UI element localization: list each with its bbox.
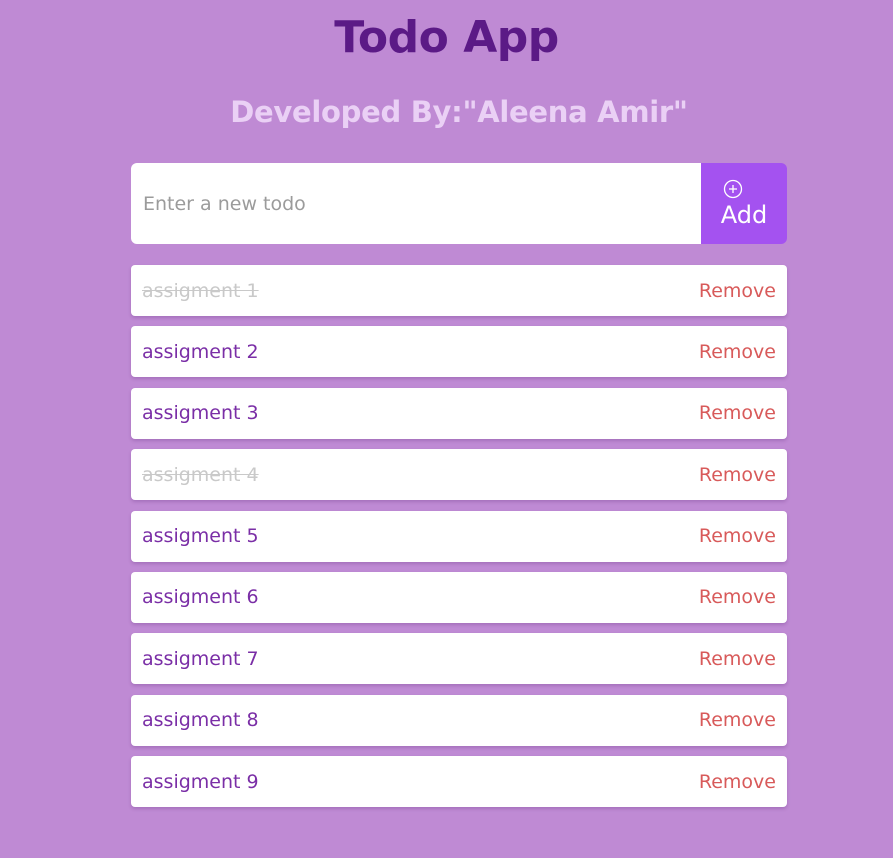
add-todo-button[interactable]: Add	[701, 163, 787, 244]
todo-text[interactable]: assigment 8	[142, 709, 259, 731]
remove-button[interactable]: Remove	[699, 464, 776, 486]
todo-text[interactable]: assigment 4	[142, 464, 259, 486]
remove-button[interactable]: Remove	[699, 341, 776, 363]
remove-button[interactable]: Remove	[699, 525, 776, 547]
todo-item: assigment 1 Remove	[131, 265, 787, 316]
add-todo-form: Add	[131, 163, 787, 244]
todo-list: assigment 1 Remove assigment 2 Remove as…	[131, 265, 787, 818]
new-todo-input[interactable]	[131, 163, 701, 244]
todo-item: assigment 8 Remove	[131, 694, 787, 746]
add-button-label: Add	[720, 200, 768, 229]
todo-text[interactable]: assigment 3	[142, 402, 259, 424]
todo-text[interactable]: assigment 9	[142, 771, 259, 793]
todo-text[interactable]: assigment 2	[142, 341, 259, 363]
todo-text[interactable]: assigment 7	[142, 648, 259, 670]
todo-item: assigment 5 Remove	[131, 510, 787, 562]
page-title: Todo App	[334, 12, 559, 63]
todo-item: assigment 9 Remove	[131, 756, 787, 808]
remove-button[interactable]: Remove	[699, 280, 776, 302]
remove-button[interactable]: Remove	[699, 709, 776, 731]
remove-button[interactable]: Remove	[699, 771, 776, 793]
todo-text[interactable]: assigment 5	[142, 525, 259, 547]
todo-item: assigment 6 Remove	[131, 571, 787, 623]
remove-button[interactable]: Remove	[699, 586, 776, 608]
remove-button[interactable]: Remove	[699, 648, 776, 670]
todo-item: assigment 7 Remove	[131, 633, 787, 685]
plus-circle-icon	[723, 179, 743, 198]
todo-text[interactable]: assigment 6	[142, 586, 259, 608]
todo-text[interactable]: assigment 1	[142, 280, 259, 302]
todo-item: assigment 4 Remove	[131, 449, 787, 501]
todo-item: assigment 2 Remove	[131, 326, 787, 378]
remove-button[interactable]: Remove	[699, 402, 776, 424]
todo-item: assigment 3 Remove	[131, 387, 787, 439]
developer-credit: Developed By:"Aleena Amir"	[230, 95, 688, 129]
